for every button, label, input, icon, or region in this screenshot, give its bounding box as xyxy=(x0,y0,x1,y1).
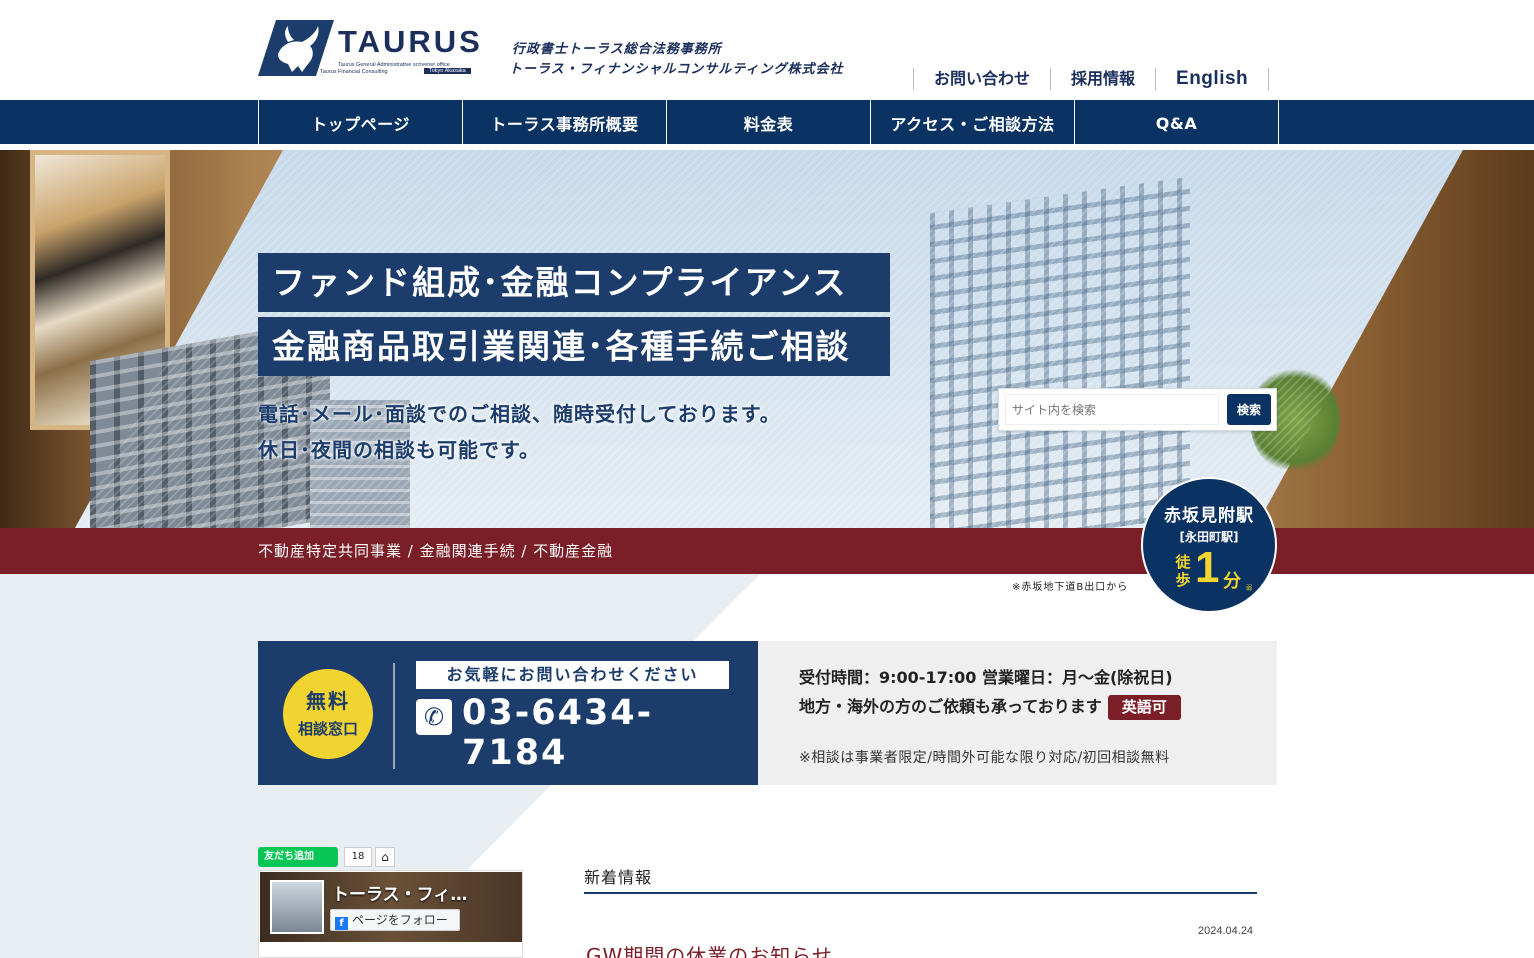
search-button[interactable]: 検索 xyxy=(1227,394,1271,425)
services-list: 不動産特定共同事業 / 金融関連手続 / 不動産金融 xyxy=(258,542,614,560)
free-label: 無料 xyxy=(306,689,350,713)
station-name: 赤坂見附駅 xyxy=(1164,506,1254,526)
facebook-cover: トーラス・フィ… f ページをフォロー xyxy=(260,872,522,942)
nav-item-fees[interactable]: 料金表 xyxy=(667,100,871,146)
news-divider xyxy=(584,892,1257,894)
bull-emblem-icon xyxy=(258,20,334,76)
phone-icon: ✆ xyxy=(416,699,452,735)
business-hours: 受付時間：9:00-17:00 営業曜日：月〜金(除祝日) xyxy=(799,668,1173,687)
hero-headline-1: ファンド組成･金融コンプライアンス xyxy=(258,253,890,312)
facebook-icon: f xyxy=(335,917,348,930)
site-header: TAURUS Taurus General Administrative scr… xyxy=(0,0,1534,100)
facebook-follow-label: ページをフォロー xyxy=(352,913,448,927)
hero-subtext-1: 電話･メール･面談でのご相談、随時受付しております。 xyxy=(258,402,781,426)
english-ok-badge: 英語可 xyxy=(1107,695,1181,720)
hero-subtext-2: 休日･夜間の相談も可能です。 xyxy=(258,438,540,462)
taurus-logo[interactable]: TAURUS Taurus General Administrative scr… xyxy=(258,18,498,80)
nav-item-top[interactable]: トップページ xyxy=(259,100,463,146)
station-badge: 赤坂見附駅 [永田町駅] 徒歩 1 分 弱 xyxy=(1141,477,1277,613)
free-consult-badge: 無料 相談窓口 xyxy=(283,669,373,759)
facebook-page-title[interactable]: トーラス・フィ… xyxy=(332,880,467,905)
header-links: お問い合わせ 採用情報 English xyxy=(913,68,1270,90)
contact-panel: 無料 相談窓口 お気軽にお問い合わせください ✆ 03-6434-7184 受付… xyxy=(258,641,1277,785)
english-link[interactable]: English xyxy=(1155,68,1270,90)
site-search: 検索 xyxy=(998,388,1277,431)
nav-item-about[interactable]: トーラス事務所概要 xyxy=(463,100,667,146)
contact-lead: お気軽にお問い合わせください xyxy=(416,661,729,689)
services-band: 不動産特定共同事業 / 金融関連手続 / 不動産金融 xyxy=(0,528,1534,574)
company-name-1: 行政書士トーラス総合法務事務所 xyxy=(512,42,722,57)
station-minutes: 1 xyxy=(1195,543,1220,592)
nav-item-qa[interactable]: Q&A xyxy=(1075,100,1279,146)
overseas-text: 地方・海外の方のご依頼も承っております xyxy=(799,697,1102,716)
line-friend-count: 18 xyxy=(344,847,372,867)
logo-wordmark: TAURUS xyxy=(338,24,483,59)
line-add-friend-button[interactable]: 友だち追加 xyxy=(258,847,338,867)
contact-hours: 受付時間：9:00-17:00 営業曜日：月〜金(除祝日) 地方・海外の方のご依… xyxy=(799,663,1181,721)
contact-link[interactable]: お問い合わせ xyxy=(913,68,1050,90)
overseas-line: 地方・海外の方のご依頼も承っております 英語可 xyxy=(799,692,1181,721)
main-nav: トップページ トーラス事務所概要 料金表 アクセス・ご相談方法 Q&A xyxy=(0,100,1534,146)
contact-divider xyxy=(393,663,395,769)
facebook-avatar xyxy=(270,880,324,934)
news-date: 2024.04.24 xyxy=(1198,925,1254,937)
facebook-follow-button[interactable]: f ページをフォロー xyxy=(330,909,460,931)
news-heading: 新着情報 xyxy=(584,868,653,887)
logo-tagline-2: Taurus Financial Consulting xyxy=(320,69,388,75)
hero-headline-2: 金融商品取引業関連･各種手続ご相談 xyxy=(258,317,890,376)
home-icon[interactable]: ⌂ xyxy=(375,847,395,867)
company-names: 行政書士トーラス総合法務事務所 トーラス・フィナンシャルコンサルティング株式会社 xyxy=(509,40,844,80)
contact-phone-block: 無料 相談窓口 お気軽にお問い合わせください ✆ 03-6434-7184 xyxy=(258,641,758,785)
facebook-widget: トーラス・フィ… f ページをフォロー xyxy=(258,870,523,958)
station-unit-small: 弱 xyxy=(1246,585,1253,592)
station-walk-label: 徒歩 xyxy=(1175,553,1191,589)
hero-banner: ファンド組成･金融コンプライアンス 金融商品取引業関連･各種手続ご相談 電話･メ… xyxy=(0,150,1534,528)
phone-number[interactable]: 03-6434-7184 xyxy=(462,693,758,773)
company-name-2: トーラス・フィナンシャルコンサルティング株式会社 xyxy=(509,62,844,77)
station-unit: 分 xyxy=(1223,571,1241,592)
consult-label: 相談窓口 xyxy=(297,720,358,738)
recruit-link[interactable]: 採用情報 xyxy=(1050,68,1155,90)
station-note: ※赤坂地下道B出口から xyxy=(1012,582,1129,593)
contact-note: ※相談は事業者限定/時間外可能な限り対応/初回相談無料 xyxy=(799,750,1170,766)
logo-location-tag: Tokyo Akasaka xyxy=(424,68,471,74)
search-input[interactable] xyxy=(1005,394,1219,425)
news-item-title[interactable]: GW期間の休業のお知らせ xyxy=(586,940,833,958)
nav-item-access[interactable]: アクセス・ご相談方法 xyxy=(871,100,1075,146)
